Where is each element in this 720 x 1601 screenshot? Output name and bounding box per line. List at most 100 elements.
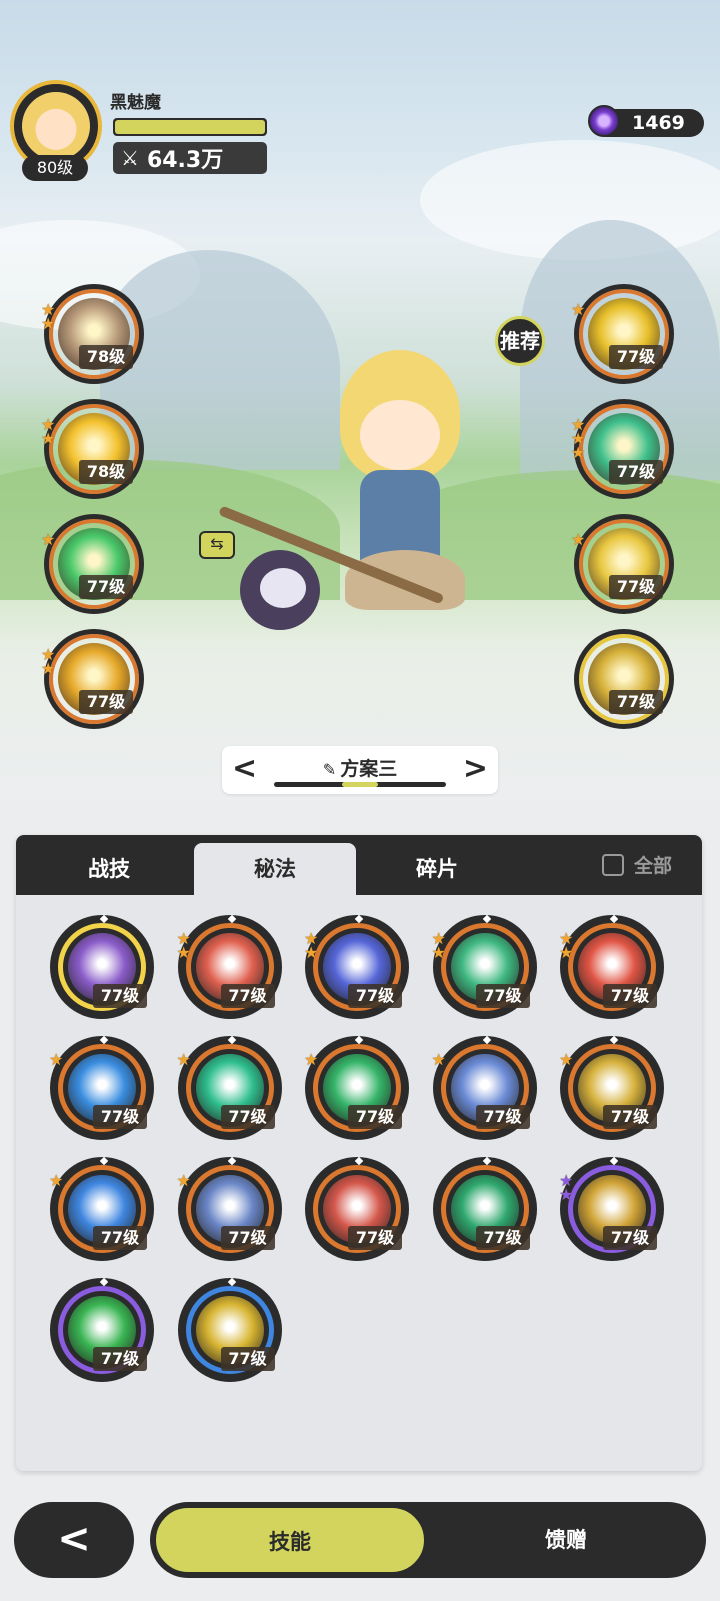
arcane-skill-orb[interactable]: ★ 77级 <box>559 1035 664 1140</box>
star-rating: ★ ★ <box>41 417 56 448</box>
skill-pip <box>227 914 236 924</box>
star-icon: ★ <box>176 1050 191 1069</box>
swap-pet-icon[interactable]: ⇆ <box>199 531 235 559</box>
skill-panel: 战技 秘法 碎片 全部 77级 ★ ★ 77级 ★ ★ 77级 ★ ★ 77级 ★ ★ 77级 ★ 77级 ★… <box>16 835 702 1471</box>
player-name: 黑魅魔 <box>110 93 161 113</box>
star-rating: ★ <box>176 1050 191 1069</box>
skill-level: 77级 <box>93 1347 147 1371</box>
player-level: 80级 <box>22 155 88 181</box>
tab-skills[interactable]: 技能 <box>154 1506 426 1574</box>
skill-level: 77级 <box>609 690 663 714</box>
skill-level: 77级 <box>609 460 663 484</box>
skill-pip <box>354 1156 364 1166</box>
star-rating: ★ <box>432 1052 446 1068</box>
equipped-skill-orb[interactable]: 77级 <box>574 629 674 729</box>
arcane-skill-orb[interactable]: 77级 <box>432 1156 537 1261</box>
star-rating: ★ ★ <box>431 931 446 962</box>
tab-gifts[interactable]: 馈赠 <box>430 1506 702 1574</box>
skill-level: 77级 <box>609 575 663 599</box>
star-rating: ★ ★ <box>559 931 574 962</box>
star-rating: ★ <box>49 1052 63 1068</box>
power-display: ⚔ 64.3万 <box>113 142 267 174</box>
arcane-skill-orb[interactable]: ★ 77级 <box>432 1035 537 1140</box>
skill-pip <box>609 1035 619 1045</box>
star-icon: ★ <box>559 1050 574 1069</box>
skill-level: 77级 <box>475 1105 530 1129</box>
star-rating: ★ <box>176 1171 191 1190</box>
arcane-skill-orb[interactable]: ★ ★ 77级 <box>559 1156 664 1261</box>
arcane-skill-orb[interactable]: ★ ★ 77级 <box>304 914 409 1019</box>
currency-display[interactable]: 1469 <box>588 105 704 137</box>
hero-character <box>300 340 500 640</box>
equipped-skill-orb[interactable]: ★ 77级 <box>571 284 674 384</box>
star-icon: ★ <box>431 943 446 962</box>
star-icon: ★ <box>41 314 56 333</box>
show-all-label: 全部 <box>634 855 673 877</box>
skill-level: 77级 <box>220 1105 275 1129</box>
skill-level: 77级 <box>609 345 663 369</box>
arcane-skill-orb[interactable]: ★ 77级 <box>304 1035 409 1140</box>
currency-value: 1469 <box>632 112 685 134</box>
arcane-skill-orb[interactable]: ★ 77级 <box>176 1156 282 1261</box>
plan-name[interactable]: ✎ 方案三 <box>222 754 498 781</box>
arcane-skill-orb[interactable]: 77级 <box>177 1277 282 1382</box>
arcane-skill-orb[interactable]: 77级 <box>305 1156 409 1261</box>
show-all-toggle[interactable]: 全部 <box>602 851 672 878</box>
bottom-tab-bar: 技能 馈赠 <box>150 1502 706 1578</box>
star-icon: ★ <box>49 1171 64 1190</box>
plan-indicator <box>274 782 446 787</box>
skill-level: 77级 <box>220 984 275 1008</box>
hp-bar <box>113 118 267 136</box>
equipped-skill-orb[interactable]: ★ 77级 <box>41 514 144 614</box>
skill-level: 77级 <box>475 1226 530 1250</box>
star-icon: ★ <box>559 943 574 962</box>
star-rating: ★ <box>304 1052 318 1068</box>
skill-pip <box>227 1156 236 1166</box>
chevron-left-icon: < <box>57 1516 91 1562</box>
hero-face <box>360 400 440 470</box>
crossed-swords-icon: ⚔ <box>121 146 139 170</box>
tab-arcane[interactable]: 秘法 <box>194 843 356 895</box>
skill-level: 77级 <box>348 1226 402 1250</box>
star-rating: ★ <box>41 532 55 548</box>
star-icon: ★ <box>559 1185 574 1204</box>
back-button[interactable]: < <box>14 1502 134 1578</box>
arcane-skill-orb[interactable]: ★ 77级 <box>176 1035 282 1140</box>
skill-level: 77级 <box>220 1347 275 1371</box>
arcane-skill-orb[interactable]: ★ 77级 <box>49 1156 154 1261</box>
star-icon: ★ <box>571 300 586 319</box>
star-icon: ★ <box>41 429 56 448</box>
tab-fragments[interactable]: 碎片 <box>356 843 518 895</box>
pet-companion <box>230 530 330 640</box>
star-icon: ★ <box>176 1171 191 1190</box>
skill-level: 77级 <box>93 984 147 1008</box>
purple-gem-icon <box>588 105 620 137</box>
star-icon: ★ <box>176 943 191 962</box>
recommend-button[interactable]: 推荐 <box>495 316 545 366</box>
star-rating: ★ ★ <box>41 647 55 677</box>
arcane-skill-orb[interactable]: ★ 77级 <box>49 1035 154 1140</box>
equipped-skill-orb[interactable]: ★ 77级 <box>571 514 674 614</box>
skill-pip <box>482 914 491 924</box>
skill-pip <box>99 914 109 924</box>
star-rating: ★ <box>559 1050 574 1069</box>
show-all-checkbox[interactable] <box>602 853 624 876</box>
arcane-skill-orb[interactable]: ★ ★ 77级 <box>559 914 664 1019</box>
arcane-skill-orb[interactable]: 77级 <box>50 914 154 1019</box>
skill-level: 77级 <box>603 1105 657 1129</box>
star-rating: ★ <box>49 1171 64 1190</box>
equipped-skill-orb[interactable]: ★ ★ 77级 <box>41 629 144 729</box>
equipped-skill-orb[interactable]: ★ ★ 78级 <box>41 284 144 384</box>
arcane-skill-orb[interactable]: ★ ★ 77级 <box>176 914 282 1019</box>
skill-level: 78级 <box>79 345 133 369</box>
arcane-skill-orb[interactable]: 77级 <box>50 1277 154 1382</box>
equipped-skill-orb[interactable]: ★ ★ ★ 77级 <box>571 399 674 499</box>
skill-level: 77级 <box>603 1226 657 1250</box>
equipped-skill-orb[interactable]: ★ ★ 78级 <box>41 399 144 499</box>
tab-combat[interactable]: 战技 <box>28 843 190 895</box>
skill-tabs: 战技 秘法 碎片 全部 <box>16 835 702 895</box>
arcane-skill-orb[interactable]: ★ ★ 77级 <box>431 914 537 1019</box>
skill-level: 77级 <box>475 984 530 1008</box>
skill-pip <box>99 1156 109 1166</box>
plan-next-button[interactable]: > <box>463 752 488 786</box>
